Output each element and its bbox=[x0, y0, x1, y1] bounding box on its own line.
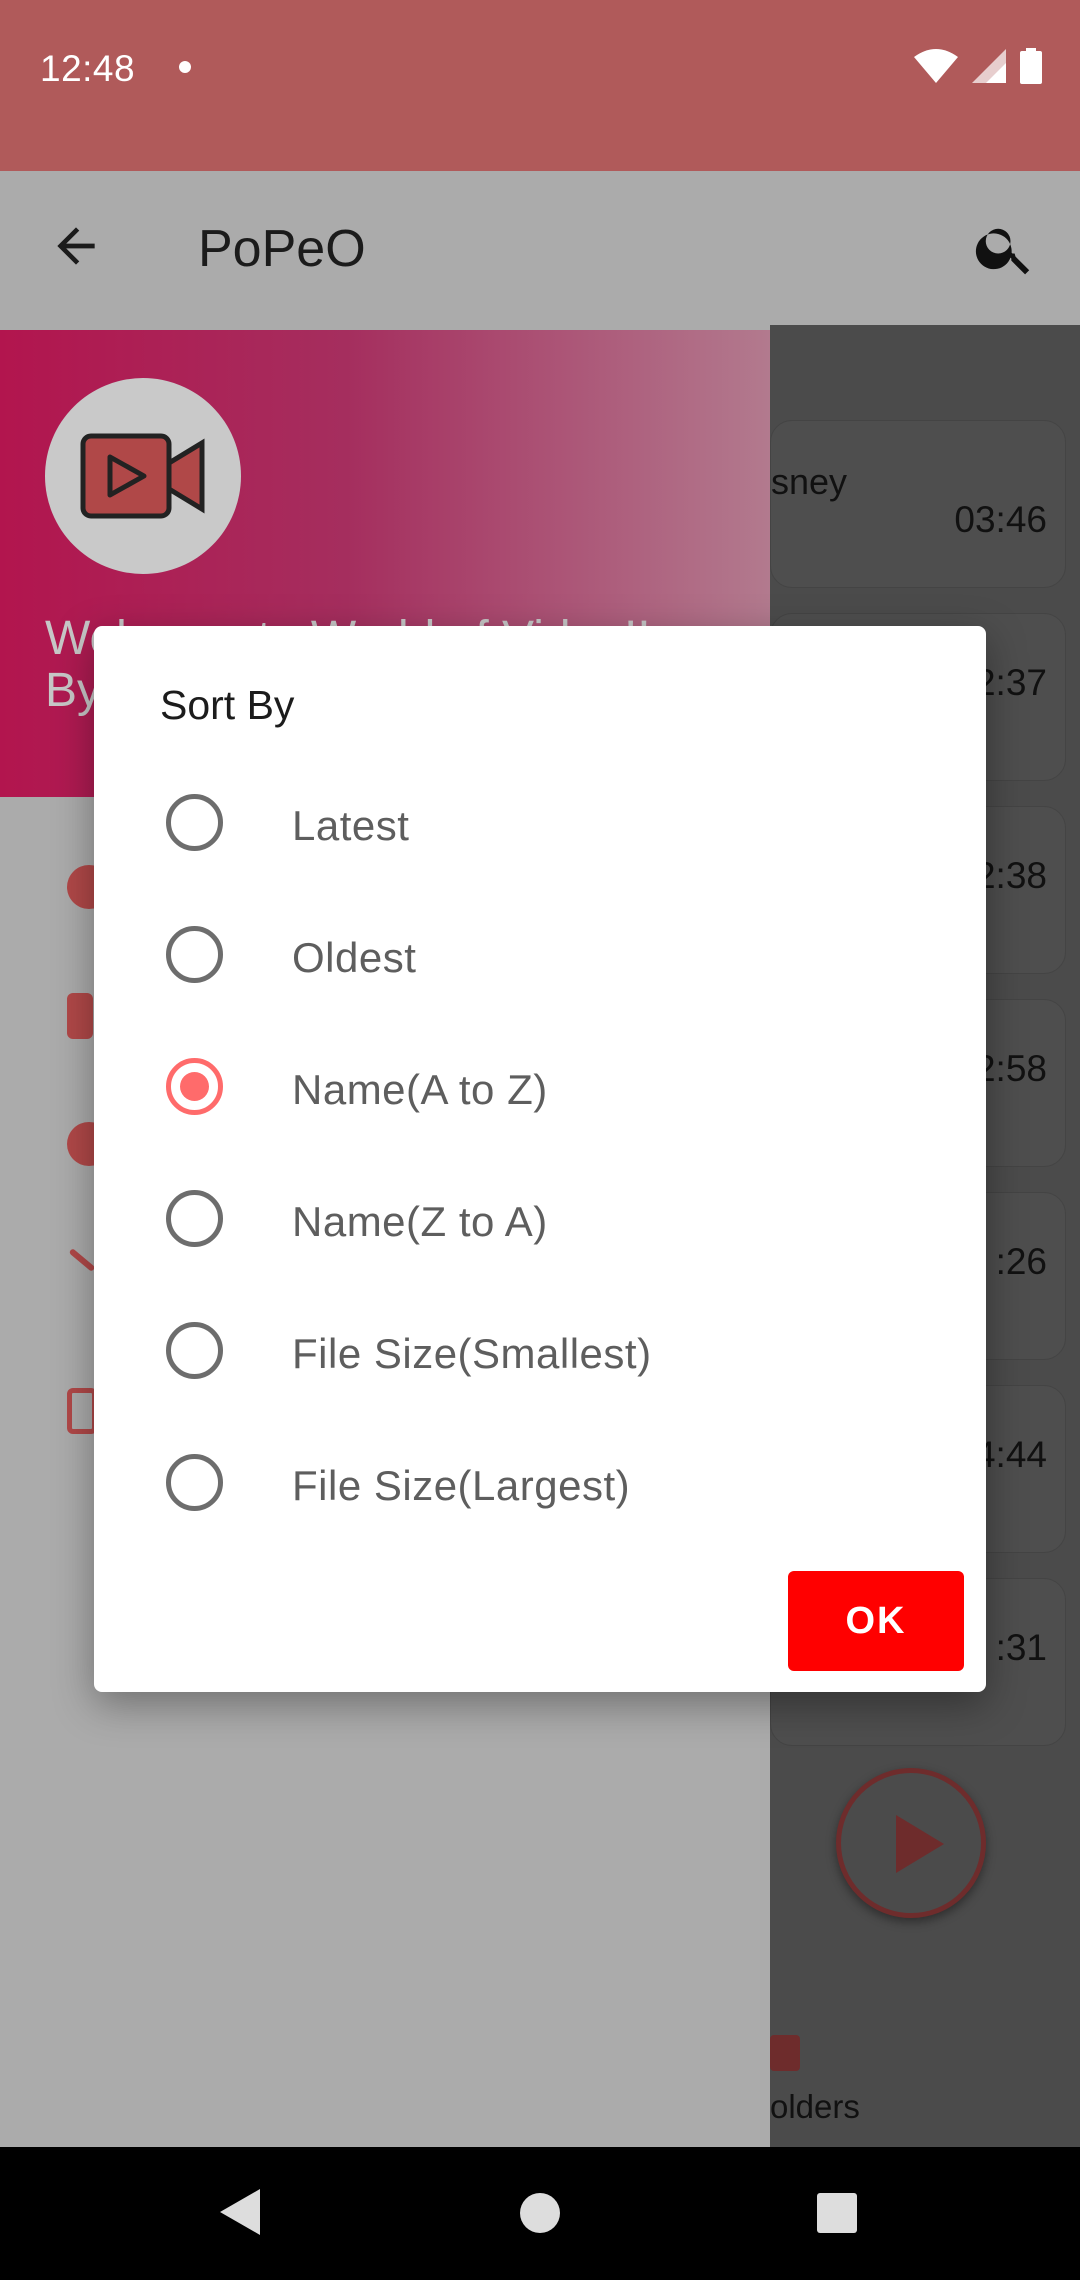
video-duration: 03:46 bbox=[954, 499, 1047, 540]
video-duration: :26 bbox=[995, 1241, 1047, 1282]
radio-button[interactable] bbox=[166, 1322, 223, 1379]
play-fab-button[interactable] bbox=[836, 1768, 986, 1918]
drawer-item-icon[interactable] bbox=[68, 1248, 96, 1272]
ok-button[interactable]: OK bbox=[788, 1571, 964, 1671]
system-nav-bar bbox=[0, 2147, 1080, 2280]
radio-dot bbox=[180, 1072, 209, 1101]
radio-button[interactable] bbox=[166, 1454, 223, 1511]
sort-option-size-smallest[interactable]: File Size(Smallest) bbox=[94, 1285, 986, 1417]
status-bar: 12:48 bbox=[0, 0, 1080, 171]
option-label: Name(Z to A) bbox=[292, 1198, 548, 1245]
option-label: File Size(Largest) bbox=[292, 1462, 631, 1509]
video-camera-icon bbox=[80, 433, 205, 519]
folders-tab-label[interactable]: olders bbox=[770, 2088, 860, 2126]
app-title: PoPeO bbox=[198, 220, 366, 278]
app-bar: PoPeO bbox=[0, 171, 1080, 325]
notification-dot-icon bbox=[179, 61, 191, 73]
folder-icon[interactable] bbox=[770, 2035, 800, 2071]
video-title: sney bbox=[771, 461, 848, 502]
dialog-title: Sort By bbox=[160, 682, 295, 728]
option-label: Oldest bbox=[292, 934, 417, 981]
wifi-icon bbox=[914, 49, 958, 83]
video-duration: :31 bbox=[995, 1627, 1047, 1668]
option-label: Latest bbox=[292, 802, 410, 849]
sort-option-name-z-a[interactable]: Name(Z to A) bbox=[94, 1153, 986, 1285]
option-label: Name(A to Z) bbox=[292, 1066, 548, 1113]
status-icons bbox=[914, 48, 1042, 84]
nav-back-icon[interactable] bbox=[220, 2189, 260, 2235]
drawer-item-icon[interactable] bbox=[67, 1388, 97, 1434]
drawer-avatar bbox=[45, 378, 241, 574]
radio-button-checked[interactable] bbox=[166, 1058, 223, 1115]
sort-option-oldest[interactable]: Oldest bbox=[94, 889, 986, 1021]
search-icon[interactable] bbox=[972, 215, 1038, 281]
status-time: 12:48 bbox=[40, 48, 136, 89]
radio-button[interactable] bbox=[166, 926, 223, 983]
option-label: File Size(Smallest) bbox=[292, 1330, 652, 1377]
nav-recents-icon[interactable] bbox=[817, 2193, 857, 2233]
battery-icon bbox=[1020, 48, 1042, 84]
back-arrow-icon[interactable] bbox=[48, 218, 104, 274]
sort-option-size-largest[interactable]: File Size(Largest) bbox=[94, 1417, 986, 1549]
radio-button[interactable] bbox=[166, 1190, 223, 1247]
sort-option-name-a-z[interactable]: Name(A to Z) bbox=[94, 1021, 986, 1153]
signal-icon bbox=[972, 49, 1006, 83]
radio-button[interactable] bbox=[166, 794, 223, 851]
video-card[interactable]: sney 03:46 bbox=[770, 420, 1066, 588]
sort-option-latest[interactable]: Latest bbox=[94, 757, 986, 889]
nav-home-icon[interactable] bbox=[520, 2193, 560, 2233]
sort-dialog: Sort By Latest Oldest Name(A to Z) Name(… bbox=[94, 626, 986, 1692]
play-icon bbox=[896, 1815, 944, 1873]
drawer-item-icon[interactable] bbox=[67, 993, 93, 1039]
